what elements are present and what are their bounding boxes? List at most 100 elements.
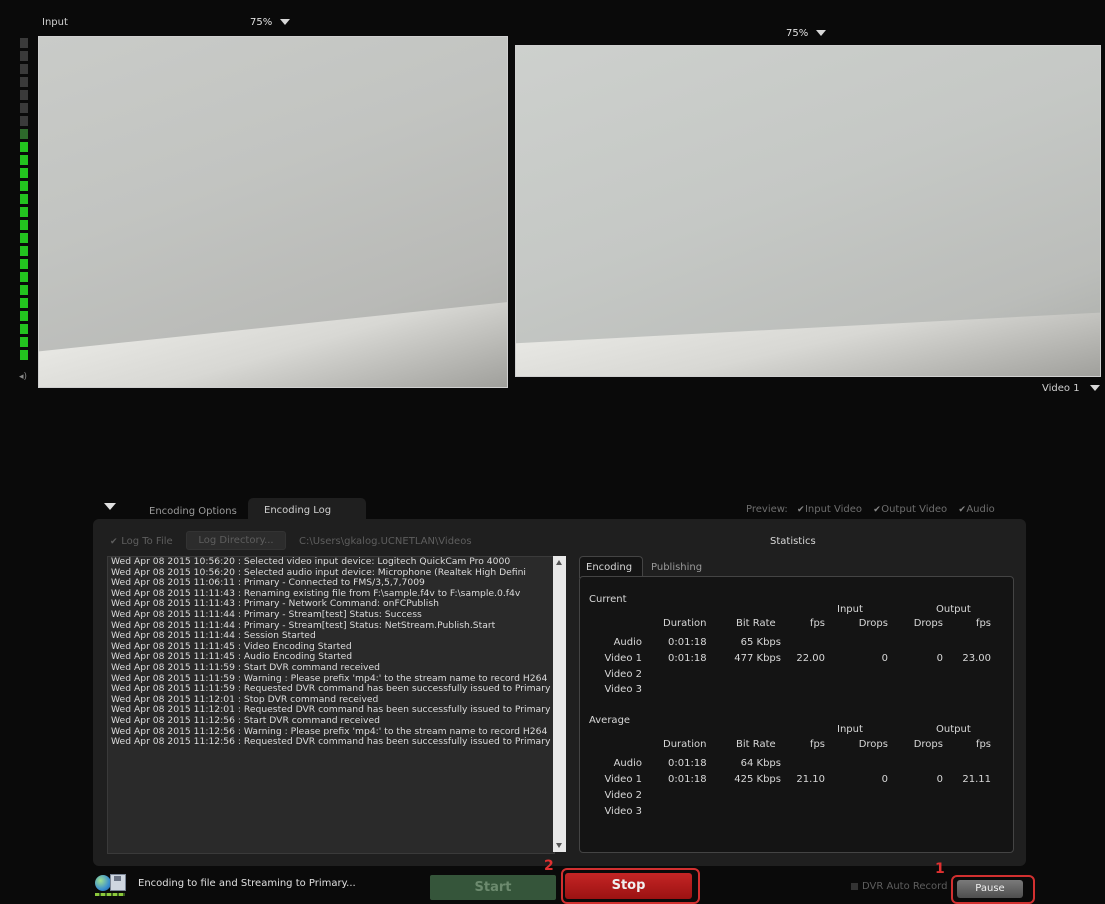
video-source-select[interactable]: Video 1 — [1042, 383, 1100, 394]
tab-encoding-log-label: Encoding Log — [264, 505, 332, 516]
log-directory-button[interactable]: Log Directory... — [186, 531, 286, 550]
dvr-auto-record-label: DVR Auto Record — [862, 881, 948, 892]
meter-segment — [20, 155, 28, 165]
meter-segment — [20, 168, 28, 178]
meter-segment — [20, 38, 28, 48]
dvr-auto-record-checkbox[interactable] — [851, 883, 858, 890]
input-header: Input — [837, 604, 863, 615]
meter-segment — [20, 337, 28, 347]
preview-label: Preview: — [746, 504, 788, 515]
average-video1-in-drops: 0 — [881, 774, 888, 785]
check-icon: ✔ — [110, 537, 118, 547]
log-line: Wed Apr 08 2015 11:12:56 : Start DVR com… — [111, 714, 380, 726]
avg-out-drops-header: Drops — [913, 739, 943, 750]
current-video1-duration: 0:01:18 — [668, 653, 707, 664]
average-video1-out-fps: 21.11 — [962, 774, 991, 785]
start-button[interactable]: Start — [430, 875, 556, 900]
current-video1-out-fps: 23.00 — [962, 653, 991, 664]
average-audio-bitrate: 64 Kbps — [740, 758, 781, 769]
statistics-title: Statistics — [770, 536, 816, 547]
meter-segment — [20, 298, 28, 308]
globe-icon — [95, 875, 111, 891]
check-icon[interactable]: ✔ — [797, 505, 805, 515]
current-video1-bitrate: 477 Kbps — [734, 653, 781, 664]
tab-statistics-encoding[interactable]: Encoding — [579, 556, 643, 578]
log-line: Wed Apr 08 2015 11:11:44 : Primary - Str… — [111, 608, 422, 620]
average-label: Average — [589, 715, 631, 726]
average-video1-duration: 0:01:18 — [668, 774, 707, 785]
encoding-log-list[interactable]: Wed Apr 08 2015 10:56:20 : Selected vide… — [107, 556, 555, 854]
tab-encoding-options[interactable]: Encoding Options — [149, 506, 237, 517]
average-video3-label: Video 3 — [604, 806, 642, 817]
meter-segment — [20, 181, 28, 191]
out-drops-header: Drops — [913, 618, 943, 629]
avg-bitrate-header: Bit Rate — [736, 739, 776, 750]
meter-segment — [20, 350, 28, 360]
meter-segment — [20, 116, 28, 126]
video-source-value: Video 1 — [1042, 383, 1080, 394]
avg-duration-header: Duration — [663, 739, 707, 750]
speaker-icon: ◂) — [19, 372, 28, 382]
current-video1-label: Video 1 — [604, 653, 642, 664]
log-line: Wed Apr 08 2015 10:56:20 : Selected vide… — [111, 556, 511, 567]
meter-segment — [20, 285, 28, 295]
status-icon — [95, 873, 129, 896]
avg-in-fps-header: fps — [809, 739, 825, 750]
chevron-down-icon — [1089, 385, 1100, 391]
current-audio-bitrate: 65 Kbps — [740, 637, 781, 648]
avg-input-header: Input — [837, 724, 863, 735]
in-fps-header: fps — [809, 618, 825, 629]
meter-segment — [20, 246, 28, 256]
average-video1-label: Video 1 — [604, 774, 642, 785]
log-scrollbar[interactable] — [553, 556, 566, 852]
log-line: Wed Apr 08 2015 11:11:59 : Start DVR com… — [111, 661, 380, 673]
meter-segment — [20, 220, 28, 230]
log-directory-path: C:\Users\gkalog.UCNETLAN\Videos — [299, 536, 472, 547]
average-video2-label: Video 2 — [604, 790, 642, 801]
scroll-down-icon[interactable] — [556, 843, 562, 848]
preview-output-video: Output Video — [881, 504, 948, 515]
progress-stripe — [95, 893, 125, 896]
meter-segment — [20, 64, 28, 74]
avg-in-drops-header: Drops — [858, 739, 888, 750]
output-zoom-value: 75% — [786, 28, 809, 39]
meter-segment — [20, 311, 28, 321]
tab-statistics-encoding-label: Encoding — [586, 562, 633, 573]
average-audio-label: Audio — [613, 758, 642, 769]
input-zoom-value: 75% — [250, 17, 273, 28]
average-video1-bitrate: 425 Kbps — [734, 774, 781, 785]
audio-level-meter — [20, 38, 30, 363]
collapse-panel-icon[interactable] — [104, 503, 116, 510]
in-drops-header: Drops — [858, 618, 888, 629]
output-header: Output — [936, 604, 971, 615]
meter-segment — [20, 259, 28, 269]
scroll-up-icon[interactable] — [556, 560, 562, 565]
output-zoom-select[interactable]: 75% — [786, 28, 827, 39]
meter-segment — [20, 142, 28, 152]
meter-segment — [20, 103, 28, 113]
tab-encoding-log[interactable]: Encoding Log — [248, 498, 366, 520]
average-audio-duration: 0:01:18 — [668, 758, 707, 769]
meter-segment — [20, 233, 28, 243]
meter-segment — [20, 194, 28, 204]
input-label: Input — [42, 17, 68, 28]
duration-header: Duration — [663, 618, 707, 629]
current-audio-duration: 0:01:18 — [668, 637, 707, 648]
current-label: Current — [589, 594, 627, 605]
status-text: Encoding to file and Streaming to Primar… — [138, 878, 356, 889]
current-video2-label: Video 2 — [604, 669, 642, 680]
tab-statistics-publishing[interactable]: Publishing — [651, 562, 702, 573]
chevron-down-icon — [280, 19, 291, 25]
meter-segment — [20, 51, 28, 61]
avg-output-header: Output — [936, 724, 971, 735]
out-fps-header: fps — [975, 618, 991, 629]
meter-segment — [20, 129, 28, 139]
input-zoom-select[interactable]: 75% — [250, 17, 291, 28]
current-video1-in-drops: 0 — [881, 653, 888, 664]
log-to-file-checkbox[interactable]: ✔ Log To File — [110, 536, 173, 547]
save-disk-icon — [110, 874, 126, 891]
avg-out-fps-header: fps — [975, 739, 991, 750]
log-to-file-label: Log To File — [121, 536, 173, 547]
meter-segment — [20, 77, 28, 87]
stop-highlight-box — [561, 868, 700, 904]
